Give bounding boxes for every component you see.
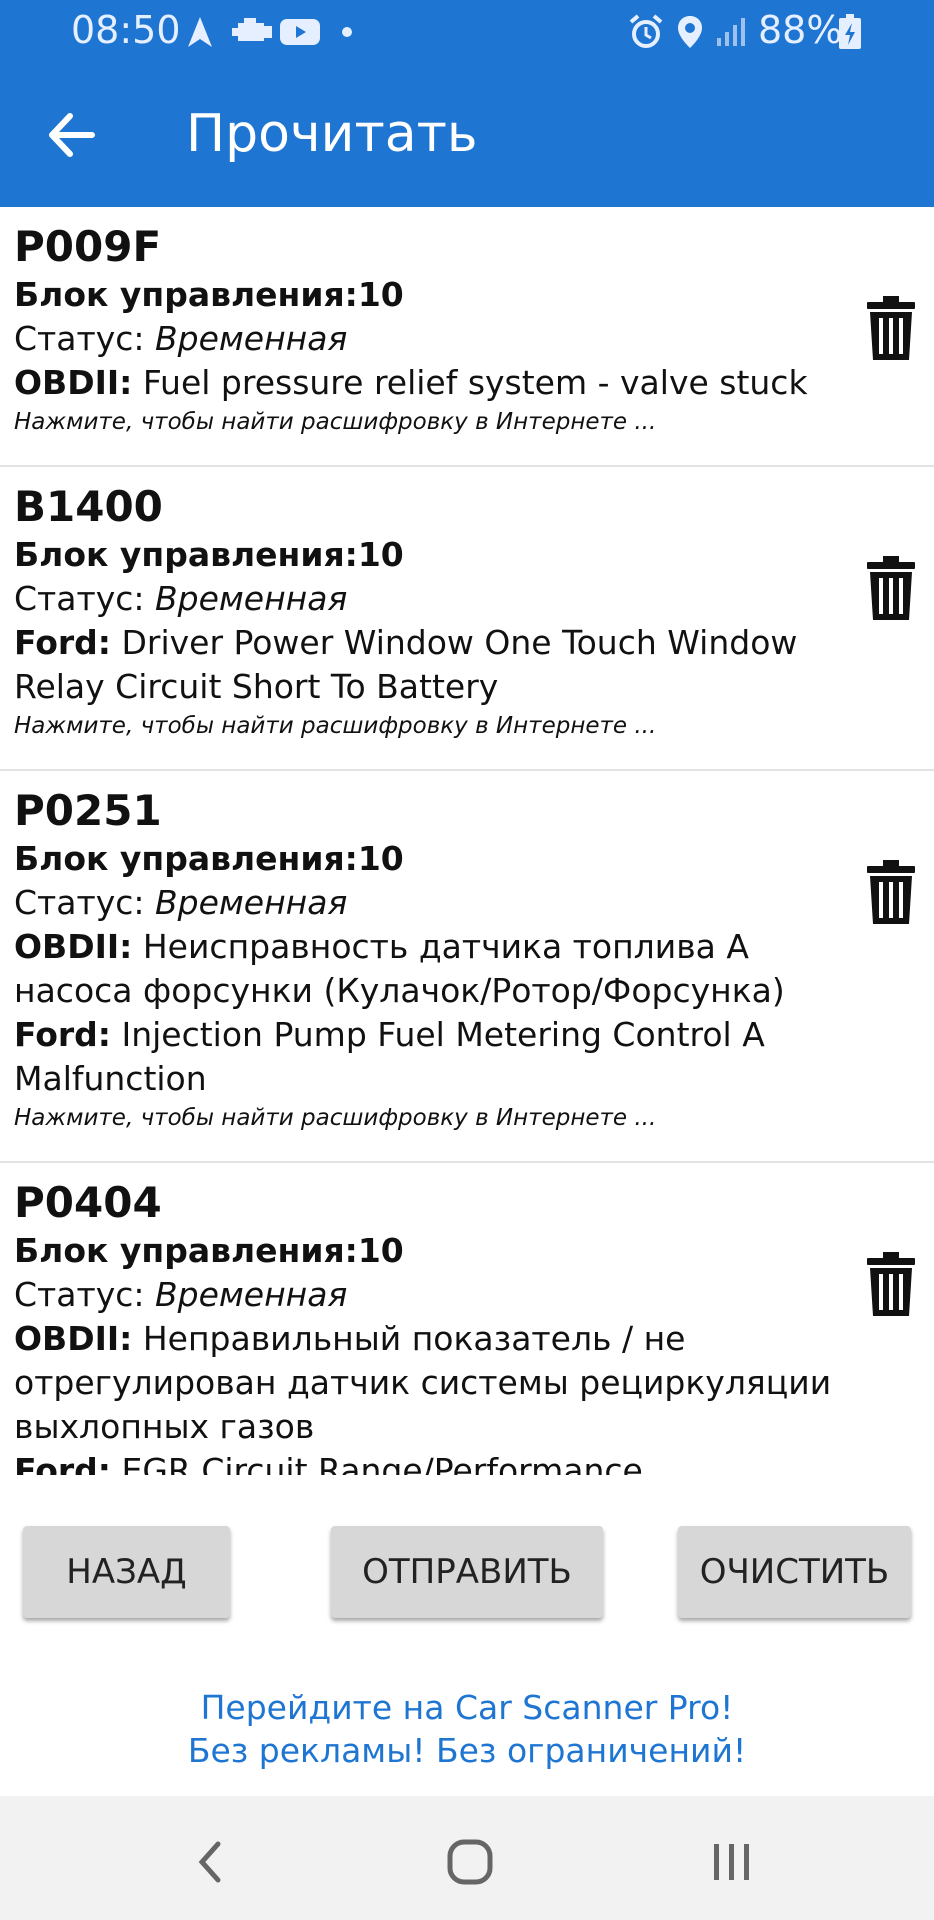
trash-icon[interactable]: [866, 555, 916, 621]
status-time: 08:50: [71, 8, 181, 52]
code-title: B1400: [14, 482, 163, 531]
description-line: Ford: EGR Circuit Range/Performance: [14, 1451, 643, 1475]
code-title: P0251: [14, 786, 162, 835]
ecu-line: Блок управления:10: [14, 535, 404, 574]
status-line: Статус: Временная: [14, 319, 348, 358]
description-line: Ford: Driver Power Window One Touch Wind…: [14, 623, 798, 706]
status-line: Статус: Временная: [14, 1275, 348, 1314]
trouble-code-list: P009F Блок управления:10 Статус: Временн…: [0, 207, 934, 1475]
status-line: Статус: Временная: [14, 883, 348, 922]
location-icon: [676, 14, 704, 50]
trash-icon[interactable]: [866, 1251, 916, 1317]
trouble-code-item[interactable]: P0404 Блок управления:10 Статус: Временн…: [0, 1163, 934, 1475]
system-nav-bar: [0, 1796, 934, 1920]
youtube-icon: [280, 14, 320, 50]
search-hint[interactable]: Нажмите, чтобы найти расшифровку в Интер…: [14, 405, 934, 451]
ecu-line: Блок управления:10: [14, 275, 404, 314]
app-bar: 08:50 88% Прочитать: [0, 0, 934, 207]
search-hint[interactable]: Нажмите, чтобы найти расшифровку в Интер…: [14, 1101, 934, 1147]
page-title: Прочитать: [186, 104, 478, 164]
description-line: OBDII: Неисправность датчика топлива А н…: [14, 927, 785, 1010]
battery-charging-icon: [836, 14, 864, 50]
status-line: Статус: Временная: [14, 579, 348, 618]
description-line: Ford: Injection Pump Fuel Metering Contr…: [14, 1015, 765, 1098]
navigation-arrow-icon: [184, 14, 216, 50]
description-line: OBDII: Fuel pressure relief system - val…: [14, 363, 808, 402]
promo-line-2[interactable]: Без рекламы! Без ограничений!: [0, 1731, 934, 1770]
send-button[interactable]: ОТПРАВИТЬ: [331, 1526, 603, 1618]
trouble-code-item[interactable]: P0251 Блок управления:10 Статус: Временн…: [0, 771, 934, 1163]
signal-icon: [714, 14, 748, 50]
promo-line-1[interactable]: Перейдите на Car Scanner Pro!: [0, 1688, 934, 1727]
code-title: P0404: [14, 1178, 162, 1227]
code-title: P009F: [14, 222, 162, 271]
description-line: OBDII: Неправильный показатель / не отре…: [14, 1319, 832, 1446]
search-hint[interactable]: Нажмите, чтобы найти расшифровку в Интер…: [14, 709, 934, 755]
ecu-line: Блок управления:10: [14, 839, 404, 878]
trash-icon[interactable]: [866, 295, 916, 361]
back-button[interactable]: НАЗАД: [23, 1526, 230, 1618]
battery-percent: 88%: [758, 8, 843, 52]
recent-apps-icon[interactable]: [702, 1832, 762, 1892]
back-arrow-icon[interactable]: [40, 104, 102, 166]
trash-icon[interactable]: [866, 859, 916, 925]
alarm-icon: [628, 14, 664, 50]
ecu-line: Блок управления:10: [14, 1231, 404, 1270]
notification-dot-icon: [340, 14, 354, 50]
engine-icon: [230, 14, 276, 50]
home-icon[interactable]: [440, 1832, 500, 1892]
trouble-code-item[interactable]: P009F Блок управления:10 Статус: Временн…: [0, 207, 934, 467]
clear-button[interactable]: ОЧИСТИТЬ: [678, 1526, 911, 1618]
trouble-code-item[interactable]: B1400 Блок управления:10 Статус: Временн…: [0, 467, 934, 771]
status-bar: 08:50 88%: [0, 0, 934, 66]
chevron-left-icon[interactable]: [180, 1832, 240, 1892]
